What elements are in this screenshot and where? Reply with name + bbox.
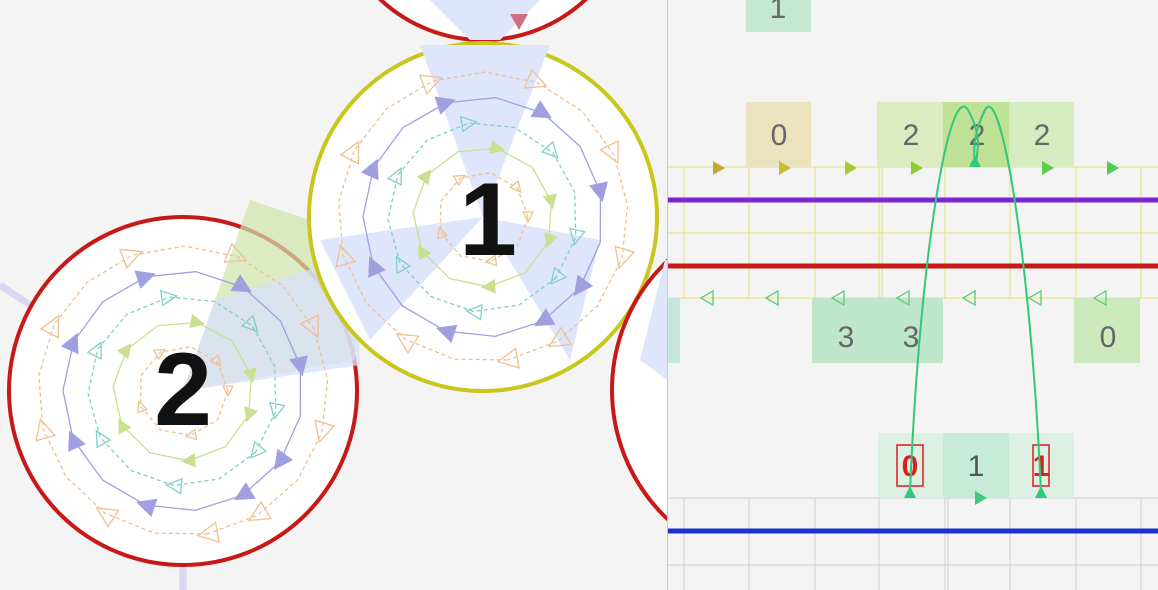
row-c-label-1: 1 (968, 450, 985, 483)
diagram-canvas: 2 1 1 0 2 2 2 3 3 0 0 1 1 (0, 0, 1158, 590)
row-b-label-0: 3 (838, 321, 855, 354)
node-2[interactable]: 2 (7, 200, 360, 567)
row-b-label-1: 3 (903, 321, 920, 354)
tile-label: 1 (770, 0, 787, 25)
row-a: 0 2 2 2 (746, 102, 1074, 167)
node-1[interactable]: 1 (307, 41, 659, 393)
row-a-label-3: 2 (1034, 119, 1051, 152)
node-1-label: 1 (459, 162, 517, 278)
row-a-label-1: 2 (903, 119, 920, 152)
node-top[interactable] (333, 0, 633, 42)
top-row: 1 (746, 0, 811, 32)
row-c: 0 1 1 (878, 433, 1074, 498)
right-panel: 1 0 2 2 2 3 3 0 0 1 1 (668, 0, 1158, 590)
row-a-label-0: 0 (771, 119, 788, 152)
node-2-label: 2 (154, 332, 212, 448)
tile (668, 298, 680, 363)
row-b-label-2: 0 (1100, 321, 1117, 354)
